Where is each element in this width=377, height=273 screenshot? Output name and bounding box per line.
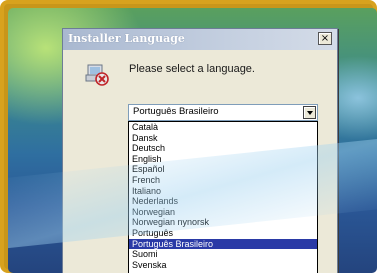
language-select-value: Português Brasileiro: [133, 106, 219, 117]
language-dropdown-list[interactable]: Català Dansk Deutsch English Español French It…: [128, 121, 318, 273]
language-option[interactable]: English: [129, 154, 317, 165]
language-option[interactable]: Nederlands: [129, 196, 317, 207]
language-select[interactable]: Português Brasileiro: [128, 104, 318, 121]
desktop-background: Installer Language × Please select a lan…: [8, 8, 377, 273]
language-option[interactable]: Español: [129, 164, 317, 175]
installer-error-icon: [85, 64, 109, 86]
prompt-text: Please select a language.: [129, 63, 255, 75]
language-option[interactable]: Italiano: [129, 186, 317, 197]
language-option[interactable]: Norwegian: [129, 207, 317, 218]
installer-language-dialog: Installer Language × Please select a lan…: [62, 28, 338, 273]
language-option[interactable]: Català: [129, 122, 317, 133]
language-option[interactable]: Português Brasileiro: [129, 238, 317, 250]
language-option[interactable]: Português: [129, 228, 317, 239]
title-bar[interactable]: Installer Language ×: [63, 29, 337, 50]
language-option[interactable]: French: [129, 175, 317, 186]
language-option[interactable]: Svenska: [129, 260, 317, 271]
language-option[interactable]: Deutsch: [129, 143, 317, 154]
language-option[interactable]: Dansk: [129, 133, 317, 144]
chevron-down-icon[interactable]: [303, 106, 316, 119]
close-button[interactable]: ×: [318, 32, 332, 45]
language-option[interactable]: Suomi: [129, 249, 317, 260]
language-option[interactable]: Norwegian nynorsk: [129, 217, 317, 228]
close-icon: ×: [320, 33, 330, 44]
screenshot-frame: Installer Language × Please select a lan…: [0, 0, 377, 273]
window-title: Installer Language: [68, 32, 185, 45]
